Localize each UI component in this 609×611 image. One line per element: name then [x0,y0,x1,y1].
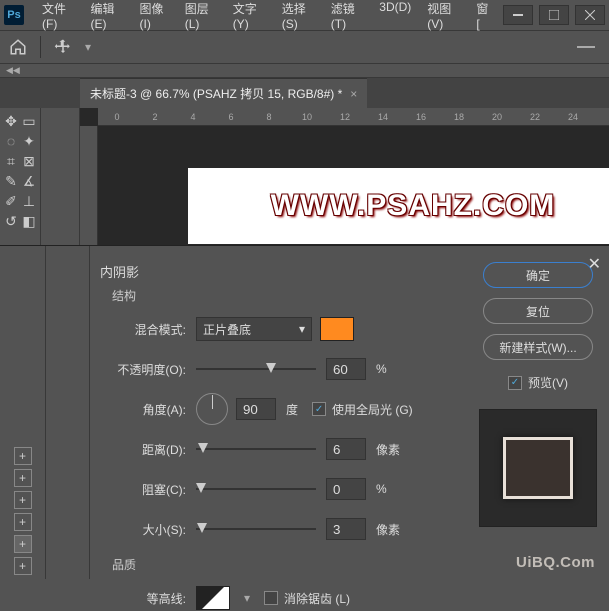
close-icon[interactable]: ✕ [588,254,601,274]
preview-label: 预览(V) [528,374,568,391]
size-unit: 像素 [376,521,400,538]
quality-label: 品质 [112,556,457,573]
add-effect-button[interactable]: + [14,535,32,553]
spread-unit: % [376,482,387,496]
close-button[interactable] [575,5,605,25]
lasso-tool[interactable]: ◌ [2,132,20,150]
preview-thumbnail [479,409,597,527]
size-input[interactable] [326,518,366,540]
opacity-label: 不透明度(O): [100,361,196,378]
canvas-text: WWW.PSAHZ.COM [271,189,556,223]
global-light-checkbox[interactable] [312,402,326,416]
preview-checkbox[interactable] [508,376,522,390]
spread-input[interactable] [326,478,366,500]
move-tool[interactable]: ✥ [2,112,20,130]
menu-type[interactable]: 文字(Y) [225,0,274,35]
chevron-left-icon[interactable]: ◀◀ [6,65,20,76]
brush-tool[interactable]: ✐ [2,192,20,210]
stamp-tool[interactable]: ⊥ [20,192,38,210]
opacity-slider[interactable] [196,362,316,376]
chevron-down-icon: ▾ [299,322,305,336]
eyedropper-tool[interactable]: ✎ [2,172,20,190]
angle-dial[interactable] [196,393,228,425]
spread-slider[interactable] [196,482,316,496]
collapse-icon[interactable] [577,46,595,48]
menu-filter[interactable]: 滤镜(T) [323,0,372,35]
angle-input[interactable] [236,398,276,420]
canvas[interactable]: WWW.PSAHZ.COM [188,168,609,244]
options-bar: ▾ [0,30,609,64]
antialias-label: 消除锯齿 (L) [284,590,350,607]
menu-edit[interactable]: 编辑(E) [83,0,132,35]
distance-label: 距离(D): [100,441,196,458]
antialias-checkbox[interactable] [264,591,278,605]
contour-label: 等高线: [100,590,196,607]
chevron-down-icon[interactable]: ▾ [244,591,250,605]
menu-layer[interactable]: 图层(L) [177,0,225,35]
spread-label: 阻塞(C): [100,481,196,498]
menu-image[interactable]: 图像(I) [132,0,177,35]
opacity-input[interactable] [326,358,366,380]
menu-file[interactable]: 文件(F) [34,0,83,35]
size-label: 大小(S): [100,521,196,538]
menu-window[interactable]: 窗[ [468,0,497,35]
maximize-button[interactable] [539,5,569,25]
frame-tool[interactable]: ⊠ [20,152,38,170]
menu-bar: 文件(F) 编辑(E) 图像(I) 图层(L) 文字(Y) 选择(S) 滤镜(T… [34,0,497,35]
app-logo: Ps [4,5,24,25]
menu-select[interactable]: 选择(S) [274,0,323,35]
blend-mode-label: 混合模式: [100,321,196,338]
layer-style-dialog: ✕ + + + + + + 内阴影 结构 混合模式: 正片叠底 ▾ 不透明度(O… [0,245,609,579]
menu-3d[interactable]: 3D(D) [371,0,419,35]
chevron-down-icon[interactable]: ▾ [85,40,91,54]
add-effect-button[interactable]: + [14,447,32,465]
shadow-color-swatch[interactable] [320,317,354,341]
add-effect-button[interactable]: + [14,557,32,575]
new-style-button[interactable]: 新建样式(W)... [483,334,593,360]
distance-slider[interactable] [196,442,316,456]
angle-label: 角度(A): [100,401,196,418]
document-tab[interactable]: 未标题-3 @ 66.7% (PSAHZ 拷贝 15, RGB/8#) * × [80,78,367,108]
add-effect-button[interactable]: + [14,513,32,531]
move-tool-icon[interactable] [51,35,75,59]
ok-button[interactable]: 确定 [483,262,593,288]
angle-unit: 度 [286,401,298,418]
size-slider[interactable] [196,522,316,536]
contour-picker[interactable] [196,586,230,610]
blend-mode-select[interactable]: 正片叠底 ▾ [196,317,312,341]
distance-input[interactable] [326,438,366,460]
history-brush-tool[interactable]: ↺ [2,212,20,230]
magic-wand-tool[interactable]: ✦ [20,132,38,150]
eraser-tool[interactable]: ◧ [20,212,38,230]
document-tab-title: 未标题-3 @ 66.7% (PSAHZ 拷贝 15, RGB/8#) * [90,85,342,102]
blend-mode-value: 正片叠底 [203,321,251,338]
minimize-button[interactable] [503,5,533,25]
structure-label: 结构 [112,287,457,304]
distance-unit: 像素 [376,441,400,458]
crop-tool[interactable]: ⌗ [2,152,20,170]
ruler-tool[interactable]: ∡ [20,172,38,190]
opacity-unit: % [376,362,387,376]
dialog-effects-list: + + + + + + [0,246,46,579]
divider [40,36,41,58]
marquee-tool[interactable]: ▭ [20,112,38,130]
home-icon[interactable] [6,35,30,59]
dialog-spacer [46,246,90,579]
add-effect-button[interactable]: + [14,469,32,487]
reset-button[interactable]: 复位 [483,298,593,324]
menu-view[interactable]: 视图(V) [419,0,468,35]
ruler-horizontal: 024681012141618202224 [98,108,609,126]
add-effect-button[interactable]: + [14,491,32,509]
close-icon[interactable]: × [350,87,357,101]
global-light-label: 使用全局光 (G) [332,401,413,418]
watermark: UiBQ.Com [516,554,595,571]
dialog-title: 内阴影 [100,262,457,281]
